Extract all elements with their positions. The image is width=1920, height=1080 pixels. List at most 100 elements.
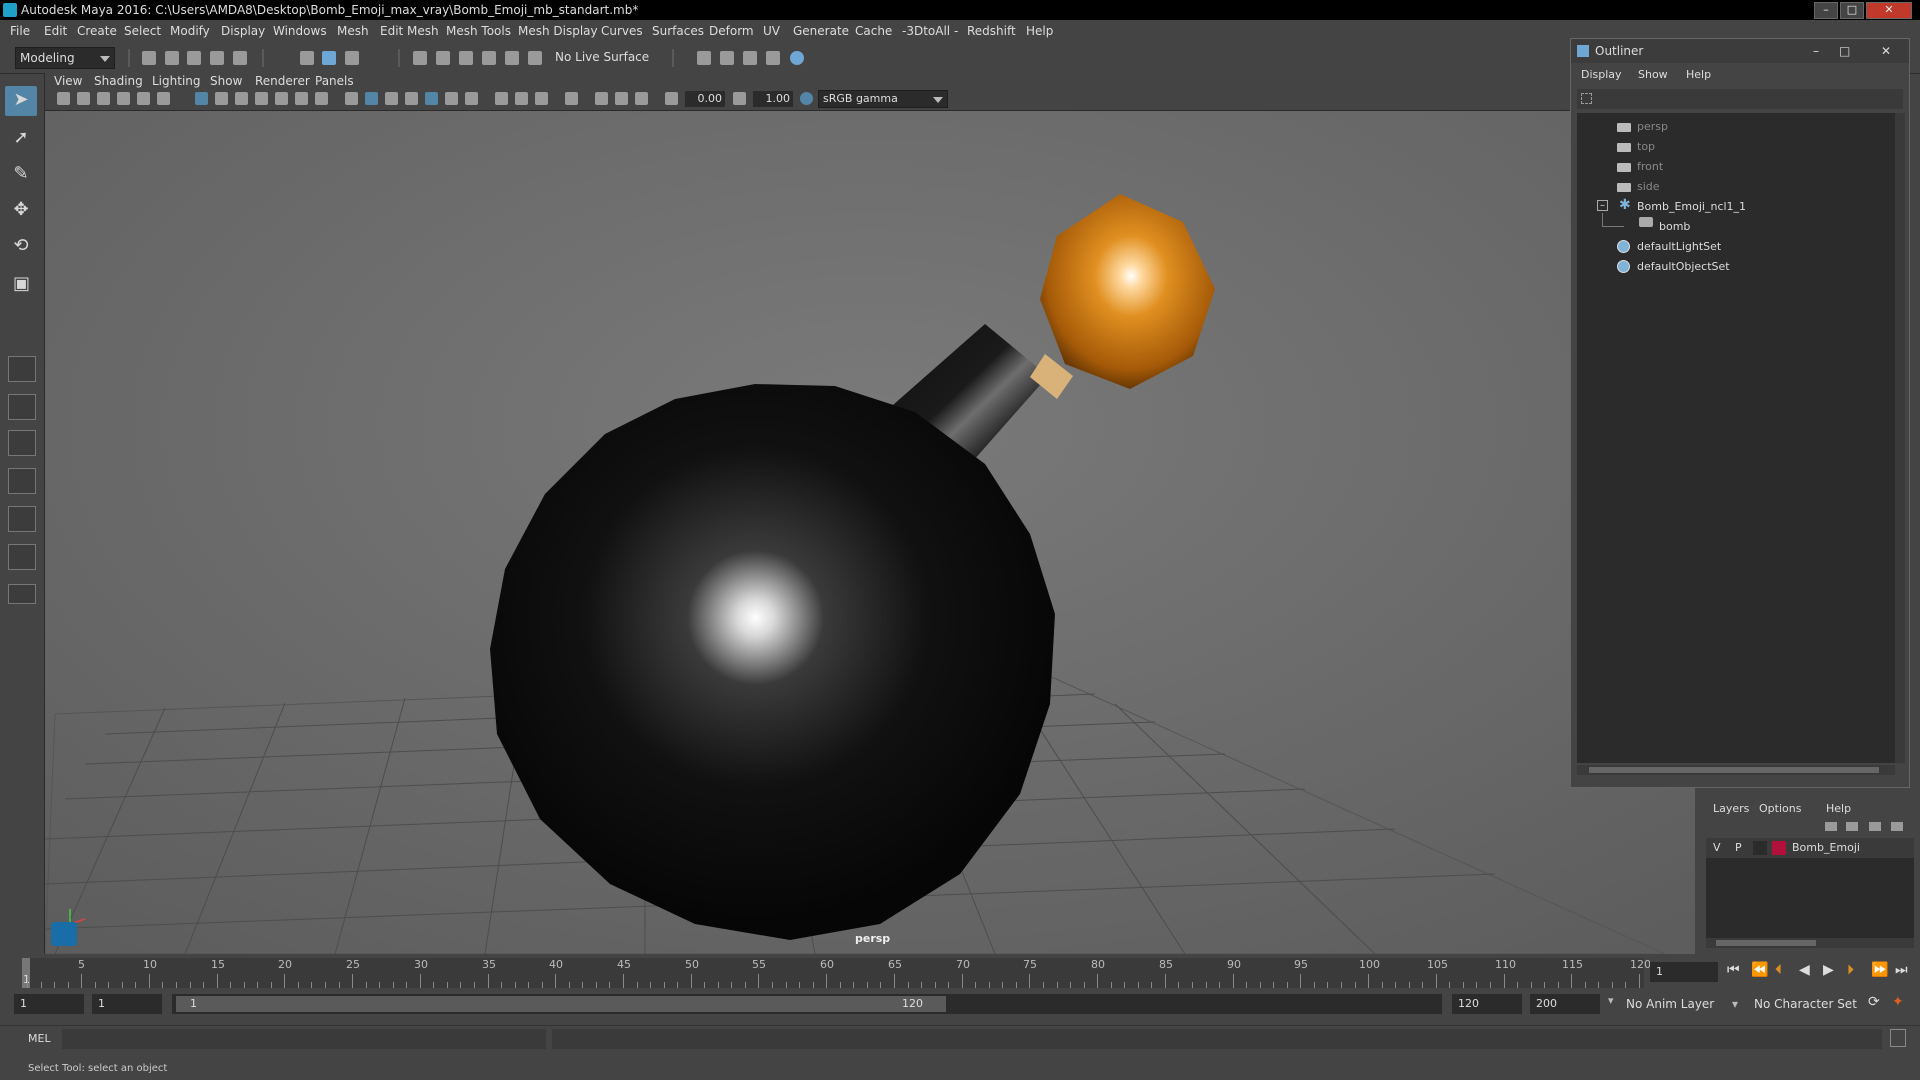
layer-horizontal-scrollbar[interactable] [1706, 938, 1914, 948]
layout-extra-icon[interactable] [8, 584, 36, 604]
camera-attributes-icon[interactable] [57, 92, 70, 105]
layer-row[interactable]: V P Bomb_Emoji [1706, 838, 1914, 858]
layout-graph-icon[interactable] [8, 506, 36, 532]
outliner-item-front[interactable]: front [1637, 160, 1663, 173]
gate-mask-icon[interactable] [255, 92, 268, 105]
save-scene-icon[interactable] [187, 51, 201, 65]
motion-blur-icon[interactable] [515, 92, 528, 105]
resolution-gate-icon[interactable] [235, 92, 248, 105]
menu-display[interactable]: Display [221, 20, 265, 43]
snap-view-plane-icon[interactable] [482, 51, 496, 65]
image-plane-icon[interactable] [97, 92, 110, 105]
menu-modify[interactable]: Modify [170, 20, 210, 43]
new-scene-icon[interactable] [142, 51, 156, 65]
gamma-field[interactable]: 1.00 [753, 91, 793, 107]
layer-color-swatch[interactable] [1772, 841, 1786, 855]
menu-3dtoall[interactable]: -3DtoAll - [902, 20, 958, 43]
outliner-scroll-thumb[interactable] [1589, 767, 1879, 773]
outliner-menu-display[interactable]: Display [1581, 65, 1622, 85]
layer-visibility-toggle[interactable]: V [1713, 841, 1721, 854]
xray-joints-icon[interactable] [615, 92, 628, 105]
perspective-viewport[interactable]: persp [45, 74, 1695, 954]
menu-select[interactable]: Select [124, 20, 161, 43]
exposure-icon[interactable] [665, 92, 678, 105]
grease-pencil-icon[interactable] [137, 92, 150, 105]
outliner-maximize-button[interactable]: □ [1839, 39, 1850, 63]
character-set-selector[interactable]: No Character Set [1750, 994, 1866, 1014]
use-all-lights-icon[interactable] [445, 92, 458, 105]
paint-select-tool[interactable]: ✎ [5, 160, 37, 190]
go-to-start-icon[interactable]: ⏮ [1727, 962, 1740, 978]
command-language-label[interactable]: MEL [28, 1032, 51, 1045]
maximize-button[interactable]: □ [1840, 2, 1864, 19]
outliner-menu-help[interactable]: Help [1686, 65, 1711, 85]
auto-key-icon[interactable]: ⟳ [1868, 994, 1880, 1010]
layout-outliner-persp-icon[interactable] [8, 468, 36, 494]
range-slider[interactable]: 1 120 [172, 994, 1442, 1014]
outliner-item-side[interactable]: side [1637, 180, 1660, 193]
select-component-icon[interactable] [345, 51, 359, 65]
menu-windows[interactable]: Windows [273, 20, 327, 43]
step-forward-key-icon[interactable]: ⏵ [1847, 962, 1854, 978]
color-management-icon[interactable] [800, 92, 813, 105]
snap-grid-icon[interactable] [413, 51, 427, 65]
default-material-icon[interactable] [385, 92, 398, 105]
outliner-filter-field[interactable] [1577, 89, 1903, 109]
wireframe-icon[interactable] [345, 92, 358, 105]
outliner-item-persp[interactable]: persp [1637, 120, 1668, 133]
minimize-button[interactable]: – [1814, 2, 1838, 19]
outliner-menu-show[interactable]: Show [1638, 65, 1668, 85]
isolate-select-icon[interactable] [565, 92, 578, 105]
render-settings-icon[interactable] [766, 51, 780, 65]
lasso-tool[interactable]: ➚ [5, 124, 37, 154]
move-layer-up-icon[interactable] [1825, 822, 1837, 831]
anim-layer-selector[interactable]: No Anim Layer ▾ [1622, 994, 1740, 1014]
menu-create[interactable]: Create [77, 20, 117, 43]
two-d-pan-icon[interactable] [117, 92, 130, 105]
menu-surfaces[interactable]: Surfaces [652, 20, 704, 43]
render-view-icon[interactable] [697, 51, 711, 65]
xray-components-icon[interactable] [635, 92, 648, 105]
outliner-item-bomb[interactable]: bomb [1659, 220, 1690, 233]
scale-tool[interactable]: ▣ [5, 270, 37, 300]
play-backwards-icon[interactable]: ◀ [1799, 962, 1810, 978]
snap-curve-icon[interactable] [436, 51, 450, 65]
layer-playback-toggle[interactable]: P [1735, 841, 1742, 854]
ambient-occlusion-icon[interactable] [495, 92, 508, 105]
layout-hypershade-icon[interactable] [8, 544, 36, 570]
menu-file[interactable]: File [10, 20, 30, 43]
menu-cache[interactable]: Cache [855, 20, 892, 43]
chevron-down-icon[interactable]: ▾ [1608, 994, 1620, 1014]
menu-edit[interactable]: Edit [44, 20, 67, 43]
mode-selector[interactable]: Modeling [15, 47, 115, 69]
film-gate-icon[interactable] [215, 92, 228, 105]
move-layer-down-icon[interactable] [1846, 822, 1858, 831]
outliner-item-default-light-set[interactable]: defaultLightSet [1637, 240, 1721, 253]
select-hierarchy-icon[interactable] [300, 51, 314, 65]
layer-display-type[interactable] [1753, 841, 1767, 855]
time-slider[interactable]: 1 5 10 15 20 25 30 35 40 45 50 55 60 65 70 75 80 85 90 95 1… [22, 958, 1651, 988]
playback-start-field[interactable]: 1 [92, 994, 162, 1014]
gamma-icon[interactable] [733, 92, 746, 105]
command-input[interactable] [62, 1029, 546, 1049]
outliner-item-default-object-set[interactable]: defaultObjectSet [1637, 260, 1730, 273]
smooth-shade-icon[interactable] [365, 92, 378, 105]
animation-end-field[interactable]: 200 [1530, 994, 1600, 1014]
menu-help[interactable]: Help [1026, 20, 1053, 43]
new-layer-selected-icon[interactable] [1891, 822, 1903, 831]
layers-menu-options[interactable]: Options [1759, 802, 1801, 815]
menu-edit-mesh[interactable]: Edit Mesh [380, 20, 439, 43]
snap-live-icon[interactable] [505, 51, 519, 65]
exposure-field[interactable]: 0.00 [685, 91, 725, 107]
ipr-render-icon[interactable] [743, 51, 757, 65]
menu-mesh[interactable]: Mesh [337, 20, 369, 43]
layer-name[interactable]: Bomb_Emoji [1792, 841, 1860, 854]
collapse-icon[interactable]: – [1597, 200, 1608, 211]
undo-icon[interactable] [210, 51, 224, 65]
preferences-icon[interactable]: ✦ [1892, 994, 1904, 1010]
render-frame-icon[interactable] [720, 51, 734, 65]
move-tool[interactable]: ✥ [5, 196, 37, 226]
range-slider-handle[interactable]: 1 120 [176, 996, 946, 1012]
script-editor-icon[interactable] [1890, 1029, 1906, 1047]
redo-icon[interactable] [233, 51, 247, 65]
